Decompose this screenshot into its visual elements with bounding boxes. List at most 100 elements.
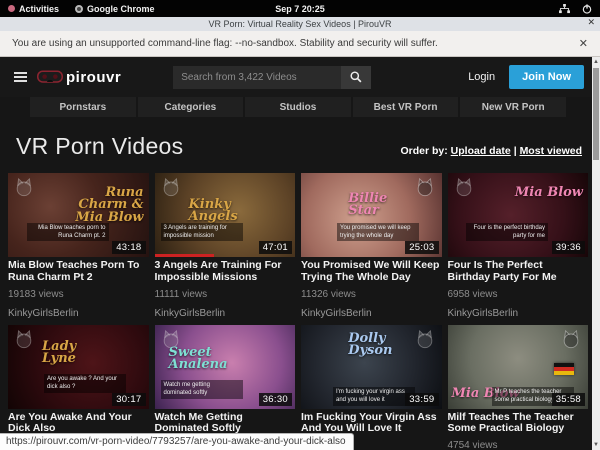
main-nav: Pornstars Categories Studios Best VR Por…: [30, 97, 566, 117]
video-title[interactable]: Mia Blow Teaches Porn To Runa Charm Pt 2: [8, 260, 149, 284]
video-title[interactable]: Are You Awake And Your Dick Also: [8, 412, 149, 436]
video-duration: 33:59: [405, 393, 438, 406]
video-views: 6958 views: [448, 289, 589, 300]
video-studio-link[interactable]: KinkyGirlsBerlin: [301, 308, 442, 319]
infobar-close-icon[interactable]: ✕: [579, 37, 588, 50]
nav-item-pornstars[interactable]: Pornstars: [30, 97, 136, 117]
video-card: Runa Charm & Mia Blow Mia Blow teaches p…: [8, 173, 149, 319]
studio-cat-logo-icon: [560, 329, 582, 349]
scroll-down-icon[interactable]: ▼: [592, 440, 600, 450]
studio-cat-logo-icon: [453, 177, 475, 197]
video-thumbnail[interactable]: Billie Star You promised we will keep tr…: [301, 173, 442, 257]
order-by-label: Order by:: [400, 145, 447, 157]
infobar-message: You are using an unsupported command-lin…: [12, 38, 438, 49]
page-title: VR Porn Videos: [16, 133, 183, 160]
thumb-caption: Are you awake ? And your dick also ?: [44, 374, 126, 392]
browser-tab-bar: VR Porn: Virtual Reality Sex Videos | Pi…: [0, 17, 600, 31]
thumb-overlay-title: Lady Lyne: [42, 341, 114, 366]
thumb-overlay-title: Runa Charm & Mia Blow: [72, 187, 144, 224]
video-title[interactable]: Watch Me Getting Dominated Softly: [155, 412, 296, 436]
nav-item-studios[interactable]: Studios: [245, 97, 351, 117]
power-icon[interactable]: [582, 4, 592, 14]
nav-item-categories[interactable]: Categories: [138, 97, 244, 117]
video-title[interactable]: 3 Angels Are Training For Impossible Mis…: [155, 260, 296, 284]
thumb-overlay-title: Sweet Analena: [169, 347, 241, 372]
studio-cat-logo-icon: [13, 329, 35, 349]
menu-icon[interactable]: [14, 72, 27, 82]
video-studio-link[interactable]: KinkyGirlsBerlin: [448, 308, 589, 319]
activities-button[interactable]: Activities: [8, 4, 59, 14]
video-grid: Runa Charm & Mia Blow Mia Blow teaches p…: [0, 172, 600, 450]
web-content: ▲ ▼ pirouvr Login Join: [0, 57, 600, 450]
site-logo-text: pirouvr: [66, 69, 121, 86]
video-thumbnail[interactable]: Mia Blow Four is the perfect birthday pa…: [448, 173, 589, 257]
scrollbar[interactable]: ▲ ▼: [592, 57, 600, 450]
video-views: 4754 views: [448, 440, 589, 450]
page-head: VR Porn Videos Order by: Upload date | M…: [0, 117, 600, 172]
video-title[interactable]: Milf Teaches The Teacher Some Practical …: [448, 412, 589, 436]
thumb-caption: Watch me getting dominated softly: [161, 380, 243, 398]
video-views: 11326 views: [301, 289, 442, 300]
video-thumbnail[interactable]: Lady Lyne Are you awake ? And your dick …: [8, 325, 149, 409]
video-duration: 30:17: [112, 393, 145, 406]
tab-title[interactable]: VR Porn: Virtual Reality Sex Videos | Pi…: [208, 19, 391, 29]
login-link[interactable]: Login: [468, 71, 495, 83]
chrome-infobar: You are using an unsupported command-lin…: [0, 31, 600, 57]
tab-close-icon[interactable]: ✕: [587, 17, 595, 28]
join-now-button[interactable]: Join Now: [509, 65, 584, 89]
video-duration: 39:36: [552, 241, 585, 254]
status-bar-url: https://pirouvr.com/vr-porn-video/779325…: [0, 433, 354, 450]
nav-item-best-vr-porn[interactable]: Best VR Porn: [353, 97, 459, 117]
site-logo[interactable]: pirouvr: [37, 69, 121, 86]
video-duration: 43:18: [112, 241, 145, 254]
video-thumbnail[interactable]: Mia Blow Mr P teaches the teacher some p…: [448, 325, 589, 409]
chrome-app-indicator[interactable]: Google Chrome: [75, 4, 155, 14]
video-title[interactable]: Im Fucking Your Virgin Ass And You Will …: [301, 412, 442, 436]
video-thumbnail[interactable]: Dolly Dyson I'm fucking your virgin ass …: [301, 325, 442, 409]
video-card: Dolly Dyson I'm fucking your virgin ass …: [301, 325, 442, 450]
search-button[interactable]: [341, 66, 371, 89]
video-card: Mia Blow Mr P teaches the teacher some p…: [448, 325, 589, 450]
activities-icon: [8, 5, 15, 12]
order-separator: |: [514, 145, 517, 157]
chrome-icon: [75, 5, 83, 13]
video-studio-link[interactable]: KinkyGirlsBerlin: [155, 308, 296, 319]
search-input[interactable]: [173, 66, 341, 89]
video-views: 11111 views: [155, 289, 296, 300]
thumb-caption: Mia Blow teaches porn to Runa Charm pt. …: [27, 223, 109, 241]
search-bar: [173, 66, 371, 89]
nav-item-new-vr-porn[interactable]: New VR Porn: [460, 97, 566, 117]
scrollbar-thumb[interactable]: [593, 68, 599, 160]
vr-goggles-icon: [37, 69, 63, 85]
video-thumbnail[interactable]: Kinky Angels 3 Angels are training for i…: [155, 173, 296, 257]
video-card: Sweet Analena Watch me getting dominated…: [155, 325, 296, 450]
video-duration: 25:03: [405, 241, 438, 254]
order-upload-date-link[interactable]: Upload date: [451, 145, 511, 157]
video-card: Lady Lyne Are you awake ? And your dick …: [8, 325, 149, 450]
video-duration: 35:58: [552, 393, 585, 406]
clock[interactable]: Sep 7 20:25: [275, 4, 325, 14]
video-title[interactable]: You Promised We Will Keep Trying The Who…: [301, 260, 442, 284]
studio-cat-logo-icon: [13, 177, 35, 197]
thumb-overlay-title: Billie Star: [348, 193, 420, 218]
chrome-app-label: Google Chrome: [87, 4, 155, 14]
order-by: Order by: Upload date | Most viewed: [400, 145, 582, 157]
video-thumbnail[interactable]: Runa Charm & Mia Blow Mia Blow teaches p…: [8, 173, 149, 257]
video-views: 19183 views: [8, 289, 149, 300]
thumb-caption: 3 Angels are training for impossible mis…: [161, 223, 243, 241]
activities-label: Activities: [19, 4, 59, 14]
thumb-overlay-title: Kinky Angels: [189, 199, 261, 224]
video-thumbnail[interactable]: Sweet Analena Watch me getting dominated…: [155, 325, 296, 409]
video-title[interactable]: Four Is The Perfect Birthday Party For M…: [448, 260, 589, 284]
video-duration: 36:30: [259, 393, 292, 406]
thumb-caption: I'm fucking your virgin ass and you will…: [333, 387, 415, 405]
video-studio-link[interactable]: KinkyGirlsBerlin: [8, 308, 149, 319]
video-card: Kinky Angels 3 Angels are training for i…: [155, 173, 296, 319]
video-card: Billie Star You promised we will keep tr…: [301, 173, 442, 319]
thumb-caption: You promised we will keep trying the who…: [337, 223, 419, 241]
scroll-up-icon[interactable]: ▲: [592, 57, 600, 67]
desktop-top-bar: Activities Google Chrome Sep 7 20:25: [0, 0, 600, 17]
network-icon[interactable]: [559, 4, 570, 14]
site-header: pirouvr Login Join Now: [0, 57, 600, 97]
order-most-viewed-link[interactable]: Most viewed: [520, 145, 582, 157]
